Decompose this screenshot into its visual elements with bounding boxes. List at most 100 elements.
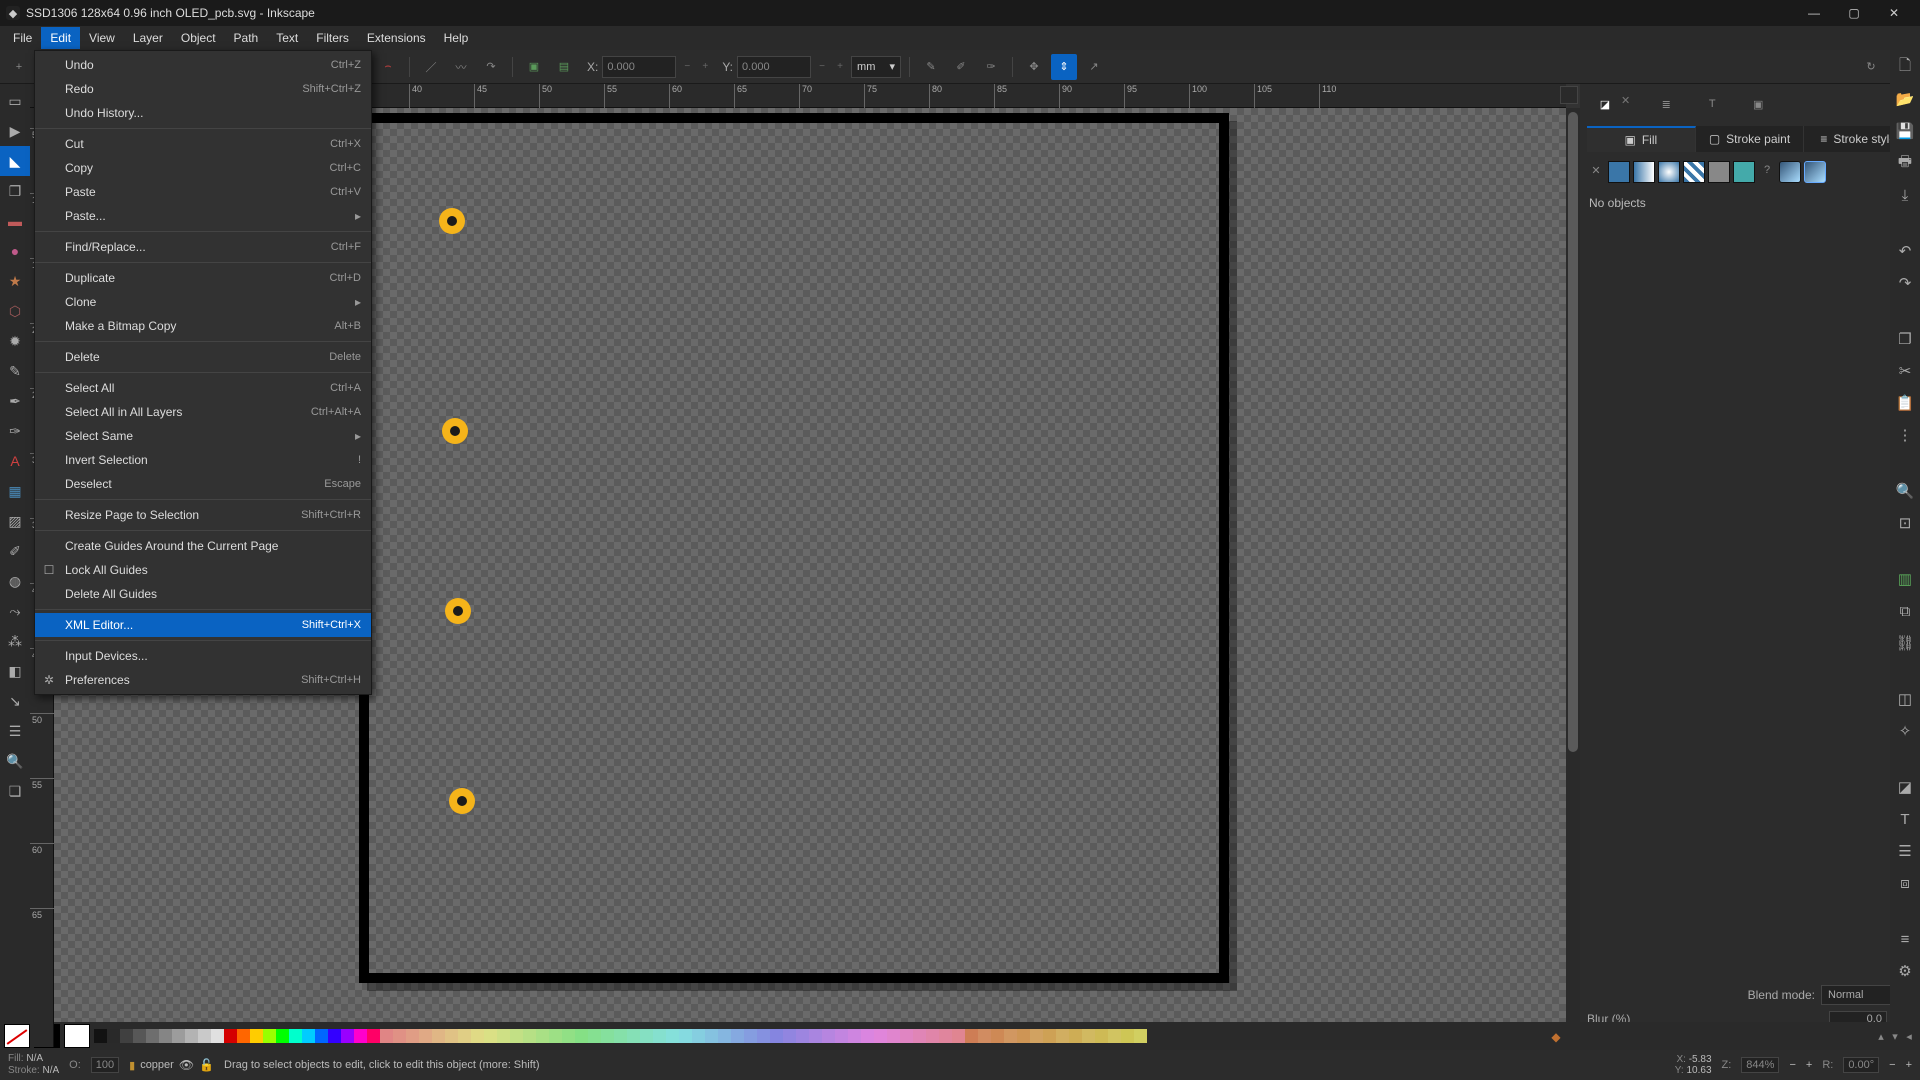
save-document-button[interactable]: 💾 xyxy=(1890,116,1920,146)
calligraphy-tool[interactable]: ✑ xyxy=(0,416,30,446)
menu-item-invert-selection[interactable]: Invert Selection! xyxy=(35,448,371,472)
copy-button[interactable]: ❐ xyxy=(1890,324,1920,354)
menu-edit[interactable]: Edit xyxy=(41,27,80,49)
close-button[interactable]: ✕ xyxy=(1874,0,1914,26)
pattern-button[interactable] xyxy=(1708,161,1730,183)
menu-layer[interactable]: Layer xyxy=(124,27,172,49)
menu-item-redo[interactable]: RedoShift+Ctrl+Z xyxy=(35,77,371,101)
object-props-tab-icon[interactable]: ▣ xyxy=(1748,94,1768,114)
rect-tool[interactable]: ▬ xyxy=(0,206,30,236)
eraser-tool[interactable]: ◧ xyxy=(0,656,30,686)
menu-item-undo[interactable]: UndoCtrl+Z xyxy=(35,53,371,77)
mask-edit-button[interactable]: ✐ xyxy=(948,54,974,80)
palette-color[interactable] xyxy=(692,1029,705,1043)
palette-color[interactable] xyxy=(861,1029,874,1043)
palette-color[interactable] xyxy=(250,1029,263,1043)
palette-color[interactable] xyxy=(874,1029,887,1043)
palette-color[interactable] xyxy=(198,1029,211,1043)
palette-color[interactable] xyxy=(1121,1029,1134,1043)
fsp-tab-fill[interactable]: ▣Fill xyxy=(1587,126,1696,152)
palette-color[interactable] xyxy=(666,1029,679,1043)
unknown-paint-button[interactable]: ? xyxy=(1758,161,1776,179)
palette-color[interactable] xyxy=(900,1029,913,1043)
palette-color[interactable] xyxy=(588,1029,601,1043)
palette-color[interactable] xyxy=(146,1029,159,1043)
palette-color[interactable] xyxy=(328,1029,341,1043)
palette-color[interactable] xyxy=(1082,1029,1095,1043)
palette-color[interactable] xyxy=(549,1029,562,1043)
object-to-path-button[interactable]: ▣ xyxy=(521,54,547,80)
clip-edit-button[interactable]: ✎ xyxy=(918,54,944,80)
node-edit-tool[interactable]: ◣ xyxy=(0,146,30,176)
fill-stroke-button[interactable]: ◪ xyxy=(1890,772,1920,802)
palette-color[interactable] xyxy=(1004,1029,1017,1043)
menu-text[interactable]: Text xyxy=(267,27,307,49)
palette-color[interactable] xyxy=(627,1029,640,1043)
line-segment-button[interactable]: ／ xyxy=(418,54,444,80)
y-coordinate-input[interactable] xyxy=(737,56,811,78)
palette-color[interactable] xyxy=(107,1029,120,1043)
new-document-button[interactable]: 🗋 xyxy=(1890,52,1920,82)
menu-item-select-all[interactable]: Select AllCtrl+A xyxy=(35,376,371,400)
circle-tool[interactable]: ● xyxy=(0,236,30,266)
palette-color[interactable] xyxy=(1095,1029,1108,1043)
palette-color[interactable] xyxy=(445,1029,458,1043)
layers-panel-button[interactable]: ☰ xyxy=(1890,836,1920,866)
menu-item-delete-all-guides[interactable]: Delete All Guides xyxy=(35,582,371,606)
menu-item-xml-editor-[interactable]: XML Editor...Shift+Ctrl+X xyxy=(35,613,371,637)
palette-color[interactable] xyxy=(497,1029,510,1043)
show-outline-button[interactable]: ↗ xyxy=(1081,54,1107,80)
palette-color[interactable] xyxy=(796,1029,809,1043)
menu-item-find-replace-[interactable]: Find/Replace...Ctrl+F xyxy=(35,235,371,259)
print-button[interactable]: 🖶 xyxy=(1890,148,1920,178)
palette-color[interactable] xyxy=(484,1029,497,1043)
flatten-button[interactable]: ▤ xyxy=(551,54,577,80)
clone-button[interactable]: ⧉ xyxy=(1890,596,1920,626)
menu-item-delete[interactable]: DeleteDelete xyxy=(35,345,371,369)
group-button[interactable]: ◫ xyxy=(1890,684,1920,714)
tweak-tool[interactable]: ⤳ xyxy=(0,596,30,626)
node-tool[interactable]: ▶ xyxy=(0,116,30,146)
menu-item-create-guides-around-the-current-page[interactable]: Create Guides Around the Current Page xyxy=(35,534,371,558)
menu-item-make-a-bitmap-copy[interactable]: Make a Bitmap CopyAlt+B xyxy=(35,314,371,338)
spray-tool[interactable]: ⁂ xyxy=(0,626,30,656)
palette-color[interactable] xyxy=(172,1029,185,1043)
export-button[interactable]: ⤓ xyxy=(1890,180,1920,210)
zoom-fit-button[interactable]: 🔍 xyxy=(1890,476,1920,506)
palette-color[interactable] xyxy=(1017,1029,1030,1043)
palette-color[interactable] xyxy=(523,1029,536,1043)
star-tool[interactable]: ★ xyxy=(0,266,30,296)
palette-color[interactable] xyxy=(380,1029,393,1043)
text-tab-icon[interactable]: T xyxy=(1702,94,1722,114)
pen-tool[interactable]: ✒ xyxy=(0,386,30,416)
menu-item-preferences[interactable]: ✲PreferencesShift+Ctrl+H xyxy=(35,668,371,692)
palette-color[interactable] xyxy=(1043,1029,1056,1043)
unset2-button[interactable] xyxy=(1804,161,1826,183)
menu-item-clone[interactable]: Clone▸ xyxy=(35,290,371,314)
spiral-tool[interactable]: ✹ xyxy=(0,326,30,356)
menu-path[interactable]: Path xyxy=(225,27,268,49)
palette-color[interactable] xyxy=(1134,1029,1147,1043)
unset-button[interactable] xyxy=(1779,161,1801,183)
unlink-button[interactable]: ⛓ xyxy=(1890,628,1920,658)
menu-extensions[interactable]: Extensions xyxy=(358,27,435,49)
radial-gradient-button[interactable] xyxy=(1658,161,1680,183)
transform-handles-button[interactable]: ✥ xyxy=(1021,54,1047,80)
lpe-tool[interactable]: ☰ xyxy=(0,716,30,746)
status-fill[interactable]: N/A xyxy=(26,1053,43,1064)
pencil-tool[interactable]: ✎ xyxy=(0,356,30,386)
text-tool[interactable]: A xyxy=(0,446,30,476)
palette-color[interactable] xyxy=(406,1029,419,1043)
fsp-tab-stroke-paint[interactable]: ▢Stroke paint xyxy=(1696,126,1805,152)
palette-color[interactable] xyxy=(744,1029,757,1043)
duplicate-button[interactable]: ▥ xyxy=(1890,564,1920,594)
text-panel-button[interactable]: T xyxy=(1890,804,1920,834)
menu-help[interactable]: Help xyxy=(435,27,478,49)
palette-color[interactable] xyxy=(939,1029,952,1043)
palette-color[interactable] xyxy=(120,1029,133,1043)
palette-menu-icon[interactable]: ◂ xyxy=(1902,1030,1916,1043)
palette-color[interactable] xyxy=(705,1029,718,1043)
paste-button[interactable]: 📋 xyxy=(1890,388,1920,418)
palette-color[interactable] xyxy=(211,1029,224,1043)
color-manage-icon[interactable]: ◆ xyxy=(1548,1029,1564,1045)
